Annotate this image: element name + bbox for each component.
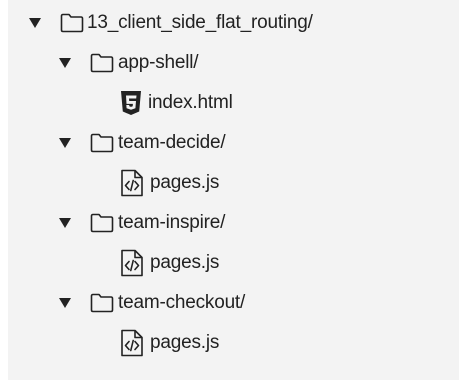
file-label: index.html	[148, 92, 233, 113]
tree-row-folder[interactable]: team-decide/	[58, 123, 226, 163]
tree-row-root[interactable]: 13_client_side_flat_routing/	[28, 3, 313, 43]
folder-icon	[90, 133, 114, 153]
folder-icon	[60, 13, 84, 33]
tree-row-file[interactable]: pages.js	[120, 163, 219, 203]
tree-row-file[interactable]: pages.js	[120, 243, 219, 283]
folder-icon	[90, 293, 114, 313]
folder-label: team-inspire/	[118, 212, 226, 233]
folder-label: team-checkout/	[118, 292, 246, 313]
expanded-triangle-icon[interactable]	[58, 296, 72, 310]
folder-label: team-decide/	[118, 132, 226, 153]
file-label: pages.js	[150, 252, 220, 273]
expanded-triangle-icon[interactable]	[58, 56, 72, 70]
tree-row-folder[interactable]: team-inspire/	[58, 203, 225, 243]
tree-row-file[interactable]: pages.js	[120, 323, 219, 363]
js-file-icon	[120, 169, 144, 197]
tree-row-folder[interactable]: team-checkout/	[58, 283, 245, 323]
tree-row-folder[interactable]: app-shell/	[58, 43, 199, 83]
file-label: pages.js	[150, 172, 220, 193]
html5-file-icon	[120, 90, 142, 116]
folder-icon	[90, 213, 114, 233]
folder-label: 13_client_side_flat_routing/	[87, 12, 313, 33]
js-file-icon	[120, 329, 144, 357]
file-label: pages.js	[150, 332, 220, 353]
js-file-icon	[120, 249, 144, 277]
file-tree-panel: 13_client_side_flat_routing/ app-shell/ …	[8, 0, 459, 380]
expanded-triangle-icon[interactable]	[28, 16, 42, 30]
folder-icon	[90, 53, 114, 73]
folder-label: app-shell/	[118, 52, 199, 73]
expanded-triangle-icon[interactable]	[58, 136, 72, 150]
expanded-triangle-icon[interactable]	[58, 216, 72, 230]
tree-row-file[interactable]: index.html	[120, 83, 233, 123]
